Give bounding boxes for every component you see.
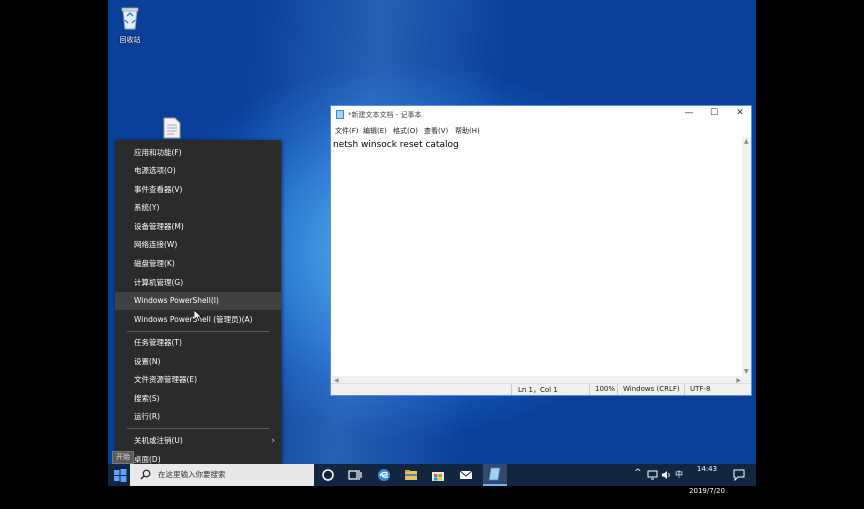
notepad-menubar: 文件(F) 编辑(E) 格式(O) 查看(V) 帮助(H) [331,124,751,137]
tray-overflow-chevron-up-icon[interactable]: ^ [634,468,642,490]
mail-icon[interactable] [458,467,474,483]
notepad-titlebar[interactable]: *新建文本文档 - 记事本 — ☐ ✕ [331,106,751,124]
menu-help[interactable]: 帮助(H) [455,126,480,136]
cortana-icon[interactable] [320,467,336,483]
clock-date: 2019/7/20 [689,487,725,495]
search-icon [140,469,151,480]
menu-item-event-viewer[interactable]: 事件查看器(V) [115,181,281,199]
windows-start-icon[interactable] [112,467,128,483]
status-divider [511,384,512,395]
taskbar: 在这里输入你要搜索 ^ 中 14:43 2019/7/20 [108,464,756,495]
status-zoom: 100% [595,385,616,393]
taskbar-notepad-button[interactable] [483,464,507,486]
close-button[interactable]: ✕ [728,108,752,118]
status-divider [589,384,590,395]
menu-format[interactable]: 格式(O) [393,126,418,136]
menu-item-system[interactable]: 系统(Y) [115,199,281,217]
start-tooltip: 开始 [112,451,134,464]
menu-edit[interactable]: 编辑(E) [363,126,387,136]
menu-item-network[interactable]: 网络连接(W) [115,236,281,254]
menu-item-run[interactable]: 运行(R) [115,408,281,426]
ime-indicator[interactable]: 中 [675,469,683,491]
chevron-right-icon: › [271,436,275,446]
menu-item-task-manager[interactable]: 任务管理器(T) [115,334,281,352]
notification-center-icon[interactable] [733,469,745,481]
desktop-icon-recycle-bin[interactable]: 回收站 [108,6,152,45]
menu-item-search[interactable]: 搜索(S) [115,390,281,408]
menu-view[interactable]: 查看(V) [424,126,448,136]
status-line-ending: Windows (CRLF) [623,385,680,393]
notepad-taskbar-icon [488,467,501,481]
menu-separator [127,331,269,332]
text-file-icon [163,117,181,139]
menu-item-settings[interactable]: 设置(N) [115,353,281,371]
clock-time: 14:43 [696,465,718,473]
status-position: Ln 1，Col 1 [518,386,558,394]
menu-item-computer-management[interactable]: 计算机管理(G) [115,274,281,292]
scroll-down-icon[interactable]: ▼ [744,368,749,375]
notepad-statusbar: Ln 1，Col 1 100% Windows (CRLF) UTF-8 [331,383,751,395]
volume-icon[interactable] [661,470,672,480]
winx-context-menu: 应用和功能(F) 电源选项(O) 事件查看器(V) 系统(Y) 设备管理器(M)… [115,140,281,474]
menu-item-file-explorer[interactable]: 文件资源管理器(E) [115,371,281,389]
status-divider [684,384,685,395]
mouse-pointer-icon [194,310,202,322]
menu-separator [127,428,269,429]
task-view-icon[interactable] [347,467,363,483]
taskbar-search-box[interactable]: 在这里输入你要搜索 [130,464,314,486]
recycle-bin-icon [121,7,139,30]
vertical-scrollbar[interactable]: ▲ ▼ [742,137,751,384]
menu-item-powershell[interactable]: Windows PowerShell(I) [115,292,281,310]
menu-item-apps-features[interactable]: 应用和功能(F) [115,144,281,162]
menu-item-shutdown[interactable]: 关机或注销(U) › [115,432,281,450]
status-divider [617,384,618,395]
search-placeholder: 在这里输入你要搜索 [158,470,226,479]
maximize-button[interactable]: ☐ [702,108,726,118]
notepad-window: *新建文本文档 - 记事本 — ☐ ✕ 文件(F) 编辑(E) 格式(O) 查看… [330,105,752,396]
file-explorer-icon[interactable] [403,467,419,483]
menu-item-disk-management[interactable]: 磁盘管理(K) [115,255,281,273]
network-icon[interactable] [647,470,658,480]
recycle-bin-label: 回收站 [119,36,141,44]
notepad-title: *新建文本文档 - 记事本 [348,111,422,119]
menu-file[interactable]: 文件(F) [335,126,359,136]
notepad-text-area[interactable]: netsh winsock reset catalog [332,137,743,385]
notepad-icon [336,110,344,119]
clock[interactable]: 14:43 2019/7/20 [687,464,727,495]
edge-browser-icon[interactable] [376,467,392,483]
minimize-button[interactable]: — [677,108,701,118]
scroll-up-icon[interactable]: ▲ [744,138,749,145]
store-icon[interactable] [430,467,446,483]
menu-item-power-options[interactable]: 电源选项(O) [115,162,281,180]
menu-item-device-manager[interactable]: 设备管理器(M) [115,218,281,236]
status-encoding: UTF-8 [690,385,711,393]
